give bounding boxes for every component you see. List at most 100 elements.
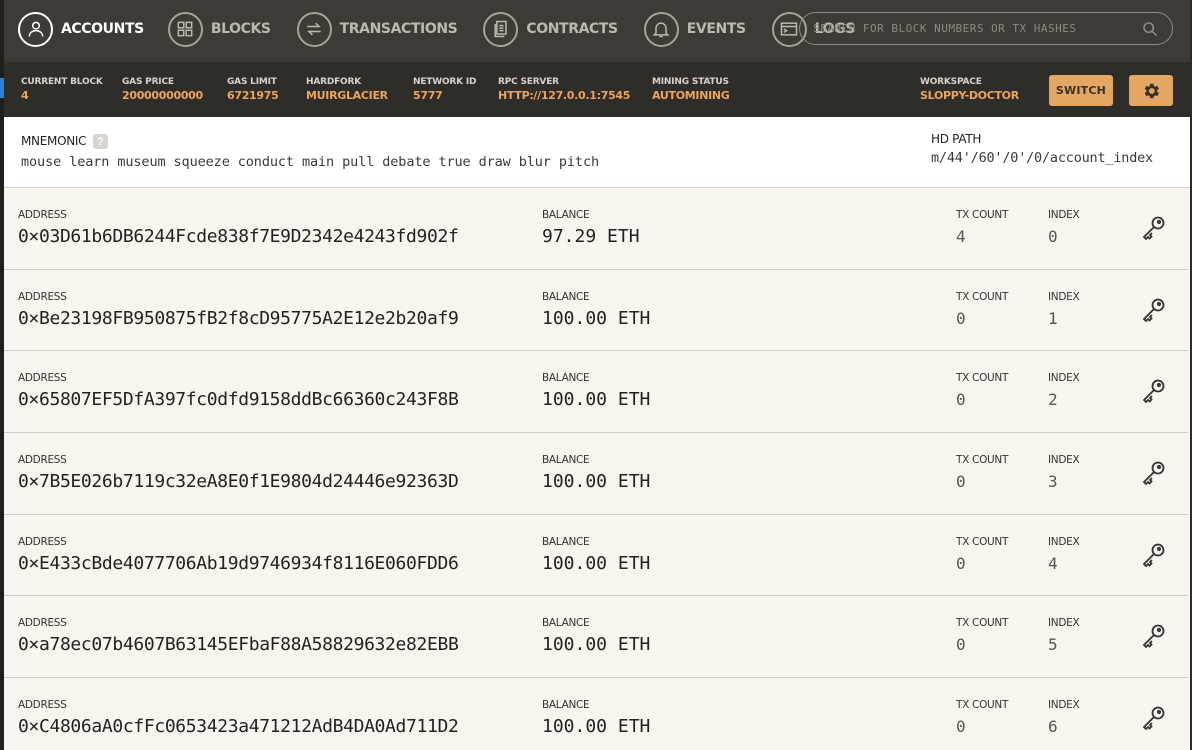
account-balance: 100.00 ETH <box>542 716 651 738</box>
account-tx-count: 0 <box>956 553 966 573</box>
nav-accounts-label: ACCOUNTS <box>61 21 144 37</box>
stat-network-id: NETWORK ID 5777 <box>413 77 476 102</box>
account-row[interactable]: ADDRESS 0×65807EF5DfA397fc0dfd9158ddBc66… <box>4 351 1188 434</box>
balance-label: BALANCE <box>542 209 590 221</box>
balance-label: BALANCE <box>542 617 590 630</box>
stat-mining-status: MINING STATUS AUTOMINING <box>652 77 730 102</box>
stat-rpc-server: RPC SERVER HTTP://127.0.0.1:7545 <box>498 77 630 102</box>
stat-value: HTTP://127.0.0.1:7545 <box>498 89 631 102</box>
key-icon[interactable] <box>1138 622 1168 652</box>
stat-hardfork: HARDFORK MUIRGLACIER <box>306 77 388 102</box>
key-icon[interactable] <box>1138 214 1168 244</box>
account-row[interactable]: ADDRESS 0×Be23198FB950875fB2f8cD95775A2E… <box>4 269 1188 352</box>
address-label: ADDRESS <box>18 699 67 712</box>
hd-path-title: HD PATH <box>931 132 982 146</box>
address-label: ADDRESS <box>18 535 67 548</box>
account-row[interactable]: ADDRESS 0×7B5E026b7119c32eA8E0f1E9804d24… <box>4 433 1188 515</box>
settings-button[interactable] <box>1129 75 1173 106</box>
account-address: 0×E433cBde4077706Ab19d9746934f8116E060FD… <box>18 552 459 574</box>
accounts-list: ADDRESS 0×03D61b6DB6244Fcde838f7E9D2342e… <box>4 188 1188 750</box>
key-icon[interactable] <box>1138 704 1168 734</box>
account-tx-count: 4 <box>956 227 966 246</box>
address-label: ADDRESS <box>18 454 67 467</box>
stat-gas-price: GAS PRICE 20000000000 <box>122 77 203 102</box>
key-icon[interactable] <box>1138 377 1168 407</box>
account-balance: 97.29 ETH <box>542 226 640 247</box>
stat-value: MUIRGLACIER <box>306 89 388 102</box>
stat-value: 4 <box>21 89 29 102</box>
stat-label: HARDFORK <box>306 77 362 87</box>
stat-value: SLOPPY-DOCTOR <box>920 89 1019 102</box>
account-index: 4 <box>1048 553 1058 573</box>
tx-count-label: TX COUNT <box>956 372 1009 385</box>
account-index: 1 <box>1048 308 1058 328</box>
status-bar: CURRENT BLOCK 4 GAS PRICE 20000000000 GA… <box>4 58 1190 117</box>
tx-count-label: TX COUNT <box>956 290 1009 303</box>
key-icon[interactable] <box>1138 541 1168 571</box>
account-balance: 100.00 ETH <box>542 389 651 411</box>
tx-count-label: TX COUNT <box>956 699 1009 712</box>
key-icon[interactable] <box>1138 296 1168 326</box>
address-label: ADDRESS <box>18 372 67 385</box>
account-row[interactable]: ADDRESS 0×C4806aA0cfFc0653423a471212AdB4… <box>4 678 1188 750</box>
account-index: 6 <box>1048 717 1058 737</box>
index-label: INDEX <box>1048 290 1080 303</box>
account-index: 5 <box>1048 635 1058 655</box>
stat-workspace: WORKSPACE SLOPPY-DOCTOR <box>920 77 1019 102</box>
account-address: 0×C4806aA0cfFc0653423a471212AdB4DA0Ad711… <box>18 716 459 738</box>
transactions-icon <box>296 11 332 47</box>
account-row[interactable]: ADDRESS 0×03D61b6DB6244Fcde838f7E9D2342e… <box>4 188 1188 270</box>
account-index: 3 <box>1048 472 1058 492</box>
switch-button[interactable]: SWITCH <box>1049 75 1113 106</box>
account-row[interactable]: ADDRESS 0×E433cBde4077706Ab19d9746934f81… <box>4 514 1188 597</box>
mnemonic-panel: MNEMONIC ? mouse learn museum squeeze co… <box>4 117 1190 188</box>
index-label: INDEX <box>1048 372 1080 385</box>
address-label: ADDRESS <box>18 617 67 630</box>
account-tx-count: 0 <box>956 472 966 492</box>
nav-events-label: EVENTS <box>686 21 746 37</box>
tx-count-label: TX COUNT <box>956 454 1009 467</box>
balance-label: BALANCE <box>542 535 590 548</box>
balance-label: BALANCE <box>542 454 590 467</box>
nav-accounts[interactable]: ACCOUNTS <box>18 0 144 58</box>
hd-path-value: m/44'/60'/0'/0/account_index <box>931 150 1153 166</box>
stat-current-block: CURRENT BLOCK 4 <box>21 77 103 102</box>
nav-blocks[interactable]: BLOCKS <box>167 0 271 58</box>
account-address: 0×a78ec07b4607B63145EFbaF88A58829632e82E… <box>18 634 459 656</box>
account-balance: 100.00 ETH <box>542 634 651 656</box>
search-input[interactable] <box>813 22 1133 35</box>
stat-label: RPC SERVER <box>498 77 559 87</box>
tx-count-label: TX COUNT <box>956 617 1009 630</box>
account-address: 0×03D61b6DB6244Fcde838f7E9D2342e4243fd90… <box>18 226 459 247</box>
stat-label: NETWORK ID <box>413 77 477 87</box>
stat-label: GAS PRICE <box>122 77 174 87</box>
balance-label: BALANCE <box>542 699 590 712</box>
help-icon[interactable]: ? <box>93 134 108 149</box>
key-icon[interactable] <box>1138 459 1168 489</box>
index-label: INDEX <box>1048 535 1080 548</box>
mnemonic-title: MNEMONIC <box>21 134 87 148</box>
account-tx-count: 0 <box>956 390 966 410</box>
bell-icon <box>643 11 679 47</box>
address-label: ADDRESS <box>18 209 67 221</box>
nav-contracts-label: CONTRACTS <box>526 21 618 37</box>
stat-label: CURRENT BLOCK <box>21 77 103 87</box>
account-balance: 100.00 ETH <box>542 552 651 574</box>
nav-events[interactable]: EVENTS <box>643 0 746 58</box>
ganache-window: ACCOUNTS BLOCKS TRANSACTIONS CONTRACTS E… <box>4 0 1190 750</box>
account-address: 0×65807EF5DfA397fc0dfd9158ddBc66360c243F… <box>18 389 459 411</box>
search-icon[interactable] <box>1142 21 1158 37</box>
account-balance: 100.00 ETH <box>542 307 651 329</box>
mnemonic-words: mouse learn museum squeeze conduct main … <box>21 154 599 170</box>
balance-label: BALANCE <box>542 372 590 385</box>
account-row[interactable]: ADDRESS 0×a78ec07b4607B63145EFbaF88A5882… <box>4 596 1188 679</box>
stat-label: MINING STATUS <box>652 77 729 87</box>
contracts-icon <box>483 11 519 47</box>
index-label: INDEX <box>1048 209 1080 221</box>
nav-transactions[interactable]: TRANSACTIONS <box>296 0 458 58</box>
nav-contracts[interactable]: CONTRACTS <box>483 0 618 58</box>
account-balance: 100.00 ETH <box>542 471 651 493</box>
search-box[interactable] <box>799 12 1173 45</box>
stat-value: 5777 <box>413 89 443 102</box>
nav-blocks-label: BLOCKS <box>210 21 271 37</box>
